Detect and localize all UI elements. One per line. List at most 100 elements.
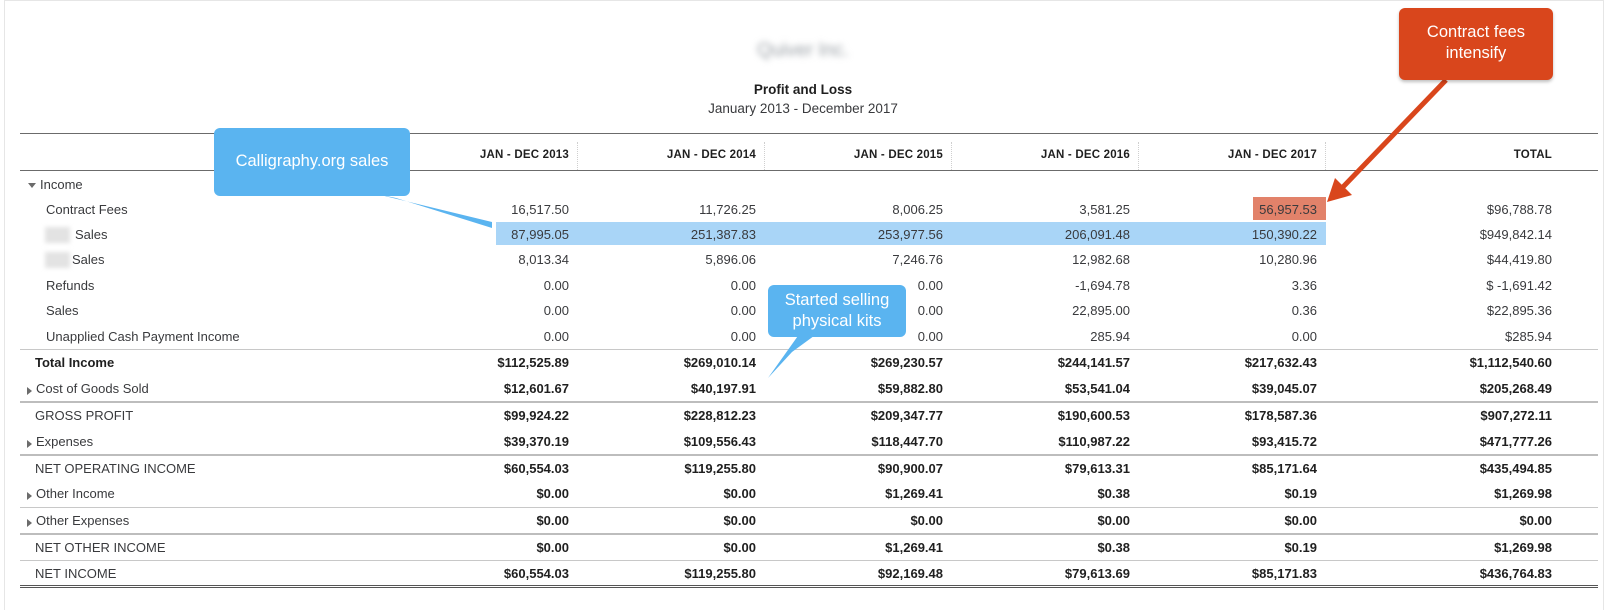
cell-2013[interactable]: 0.00 [544, 303, 569, 318]
col-header-2013[interactable]: JAN - DEC 2013 [420, 149, 569, 161]
col-header-2016[interactable]: JAN - DEC 2016 [980, 149, 1130, 161]
cell-2014[interactable]: $109,556.43 [684, 434, 756, 449]
cell-2017[interactable]: $0.00 [1284, 513, 1317, 528]
cell-2013[interactable]: 0.00 [544, 278, 569, 293]
cell-2017[interactable]: 56,957.53 [1259, 202, 1317, 217]
col-header-2014[interactable]: JAN - DEC 2014 [606, 149, 756, 161]
cell-2014[interactable]: 0.00 [731, 303, 756, 318]
col-header-total[interactable]: TOTAL [1400, 149, 1552, 161]
cell-2015[interactable]: 253,977.56 [878, 227, 943, 242]
cell-2015[interactable]: 0.00 [918, 329, 943, 344]
cell-2016[interactable]: $53,541.04 [1065, 381, 1130, 396]
cell-2014[interactable]: $0.00 [723, 540, 756, 555]
cell-total[interactable]: $907,272.11 [1480, 408, 1552, 423]
cell-2017[interactable]: $85,171.83 [1252, 566, 1317, 581]
caret-right-icon[interactable] [27, 387, 32, 395]
cell-2013[interactable]: 0.00 [544, 329, 569, 344]
cell-2014[interactable]: $40,197.91 [691, 381, 756, 396]
cell-2015[interactable]: $59,882.80 [878, 381, 943, 396]
caret-right-icon[interactable] [27, 492, 32, 500]
cell-2014[interactable]: $119,255.80 [684, 566, 756, 581]
cell-2013[interactable]: $0.00 [536, 513, 569, 528]
cell-total[interactable]: $1,269.98 [1494, 486, 1552, 501]
cell-2017[interactable]: $0.19 [1284, 486, 1317, 501]
caret-right-icon[interactable] [27, 519, 32, 527]
cell-2014[interactable]: 5,896.06 [705, 252, 756, 267]
cell-2014[interactable]: $269,010.14 [684, 355, 756, 370]
table-row-collapsible[interactable]: Other Income $0.00 $0.00 $1,269.41 $0.38… [20, 483, 1598, 505]
caret-down-icon[interactable] [28, 183, 36, 188]
cell-total[interactable]: $96,788.78 [1487, 202, 1552, 217]
cell-2013[interactable]: $12,601.67 [504, 381, 569, 396]
table-row-collapsible[interactable]: Expenses $39,370.19 $109,556.43 $118,447… [20, 431, 1598, 453]
cell-total[interactable]: $1,112,540.60 [1470, 355, 1552, 370]
cell-2017[interactable]: $0.19 [1284, 540, 1317, 555]
col-header-2017[interactable]: JAN - DEC 2017 [1167, 149, 1317, 161]
cell-total[interactable]: $285.94 [1505, 329, 1552, 344]
cell-2017[interactable]: 0.36 [1292, 303, 1317, 318]
cell-2014[interactable]: $119,255.80 [684, 461, 756, 476]
cell-2015[interactable]: $0.00 [910, 513, 943, 528]
cell-2017[interactable]: 10,280.96 [1259, 252, 1317, 267]
cell-total[interactable]: $435,494.85 [1480, 461, 1552, 476]
cell-2014[interactable]: 251,387.83 [691, 227, 756, 242]
cell-2016[interactable]: 206,091.48 [1065, 227, 1130, 242]
cell-2016[interactable]: $79,613.69 [1065, 566, 1130, 581]
table-row-collapsible[interactable]: Other Expenses $0.00 $0.00 $0.00 $0.00 $… [20, 510, 1598, 532]
cell-2015[interactable]: 8,006.25 [892, 202, 943, 217]
cell-2014[interactable]: 11,726.25 [699, 202, 756, 217]
cell-2017[interactable]: 0.00 [1292, 329, 1317, 344]
cell-2013[interactable]: $0.00 [536, 540, 569, 555]
cell-2015[interactable]: 0.00 [918, 278, 943, 293]
cell-2016[interactable]: $79,613.31 [1065, 461, 1130, 476]
cell-2013[interactable]: $0.00 [536, 486, 569, 501]
cell-2013[interactable]: $60,554.03 [504, 461, 569, 476]
cell-2015[interactable]: 0.00 [918, 303, 943, 318]
cell-2015[interactable]: $209,347.77 [871, 408, 943, 423]
cell-2013[interactable]: 87,995.05 [511, 227, 569, 242]
cell-2017[interactable]: 3.36 [1292, 278, 1317, 293]
cell-2016[interactable]: $0.38 [1097, 540, 1130, 555]
cell-total[interactable]: $471,777.26 [1480, 434, 1552, 449]
cell-2013[interactable]: $60,554.03 [504, 566, 569, 581]
table-row-collapsible[interactable]: Cost of Goods Sold $12,601.67 $40,197.91… [20, 378, 1598, 400]
cell-2016[interactable]: 3,581.25 [1079, 202, 1130, 217]
cell-2017[interactable]: $217,632.43 [1245, 355, 1317, 370]
cell-2014[interactable]: $0.00 [723, 513, 756, 528]
col-header-2015[interactable]: JAN - DEC 2015 [793, 149, 943, 161]
cell-2015[interactable]: $118,447.70 [871, 434, 943, 449]
cell-2016[interactable]: -1,694.78 [1075, 278, 1130, 293]
cell-2013[interactable]: 8,013.34 [518, 252, 569, 267]
cell-2013[interactable]: $99,924.22 [504, 408, 569, 423]
cell-2015[interactable]: $1,269.41 [885, 486, 943, 501]
cell-2014[interactable]: 0.00 [731, 329, 756, 344]
cell-2016[interactable]: $0.38 [1097, 486, 1130, 501]
cell-2015[interactable]: $1,269.41 [885, 540, 943, 555]
cell-2013[interactable]: 16,517.50 [511, 202, 569, 217]
cell-2013[interactable]: $39,370.19 [504, 434, 569, 449]
cell-2017[interactable]: $93,415.72 [1252, 434, 1317, 449]
cell-2016[interactable]: $244,141.57 [1058, 355, 1130, 370]
cell-2016[interactable]: 22,895.00 [1072, 303, 1130, 318]
cell-2015[interactable]: 7,246.76 [892, 252, 943, 267]
cell-total[interactable]: $0.00 [1519, 513, 1552, 528]
cell-2017[interactable]: $178,587.36 [1245, 408, 1317, 423]
cell-2013[interactable]: $112,525.89 [497, 355, 569, 370]
cell-2015[interactable]: $90,900.07 [878, 461, 943, 476]
cell-2016[interactable]: 285.94 [1090, 329, 1130, 344]
cell-2016[interactable]: $190,600.53 [1058, 408, 1130, 423]
cell-total[interactable]: $ -1,691.42 [1486, 278, 1552, 293]
cell-2017[interactable]: $39,045.07 [1252, 381, 1317, 396]
cell-total[interactable]: $22,895.36 [1487, 303, 1552, 318]
cell-2016[interactable]: 12,982.68 [1072, 252, 1130, 267]
cell-2014[interactable]: $0.00 [723, 486, 756, 501]
cell-total[interactable]: $44,419.80 [1487, 252, 1552, 267]
cell-total[interactable]: $436,764.83 [1480, 566, 1552, 581]
cell-2017[interactable]: $85,171.64 [1252, 461, 1317, 476]
cell-2016[interactable]: $110,987.22 [1058, 434, 1130, 449]
caret-right-icon[interactable] [27, 440, 32, 448]
cell-2014[interactable]: 0.00 [731, 278, 756, 293]
cell-2014[interactable]: $228,812.23 [684, 408, 756, 423]
cell-2017[interactable]: 150,390.22 [1252, 227, 1317, 242]
cell-2015[interactable]: $92,169.48 [878, 566, 943, 581]
